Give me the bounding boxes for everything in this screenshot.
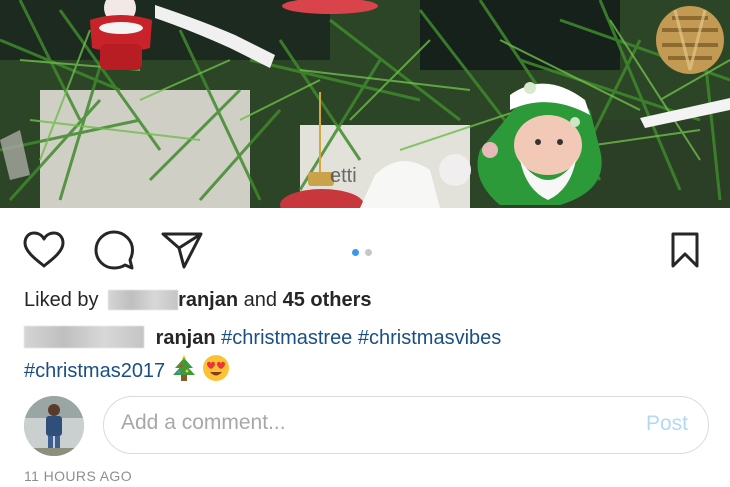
likes-summary: Liked by ranjan and 45 others: [24, 289, 372, 312]
carousel-dot-active: [352, 249, 359, 256]
redacted-username: [108, 290, 179, 310]
avatar[interactable]: [24, 396, 84, 456]
hashtag-link[interactable]: #christmasvibes: [358, 327, 501, 349]
like-button[interactable]: [22, 228, 66, 272]
post-image[interactable]: etti: [0, 0, 730, 208]
likes-others-link[interactable]: 45 others: [283, 289, 372, 311]
carousel-indicator: [352, 249, 372, 256]
heart-eyes-emoji: [202, 354, 230, 392]
comment-composer: Post: [0, 394, 730, 458]
likes-prefix: Liked by: [24, 289, 99, 311]
post-button[interactable]: Post: [646, 412, 688, 436]
caption-username-link[interactable]: ranjan: [156, 327, 216, 349]
carousel-dot: [365, 249, 372, 256]
share-button[interactable]: [160, 228, 204, 272]
comment-box: Post: [103, 396, 709, 454]
paper-plane-icon: [161, 232, 203, 269]
svg-text:etti: etti: [330, 165, 357, 187]
redacted-username: [24, 326, 144, 348]
christmas-tree-emoji: [171, 354, 197, 392]
save-button[interactable]: [663, 228, 707, 272]
likes-username-link[interactable]: ranjan: [178, 289, 238, 311]
heart-icon: [23, 231, 65, 268]
comment-bubble-icon: [94, 230, 134, 270]
post-caption: ranjan #christmastree #christmasvibes #c…: [24, 322, 714, 392]
comment-input[interactable]: [121, 411, 591, 435]
post-action-bar: [0, 208, 730, 286]
likes-connector: and: [243, 289, 278, 311]
hashtag-link[interactable]: #christmas2017: [24, 360, 165, 382]
post-timestamp: 11 HOURS AGO: [24, 468, 133, 484]
comment-button[interactable]: [92, 228, 136, 272]
hashtag-link[interactable]: #christmastree: [221, 327, 352, 349]
bookmark-icon: [671, 232, 699, 268]
